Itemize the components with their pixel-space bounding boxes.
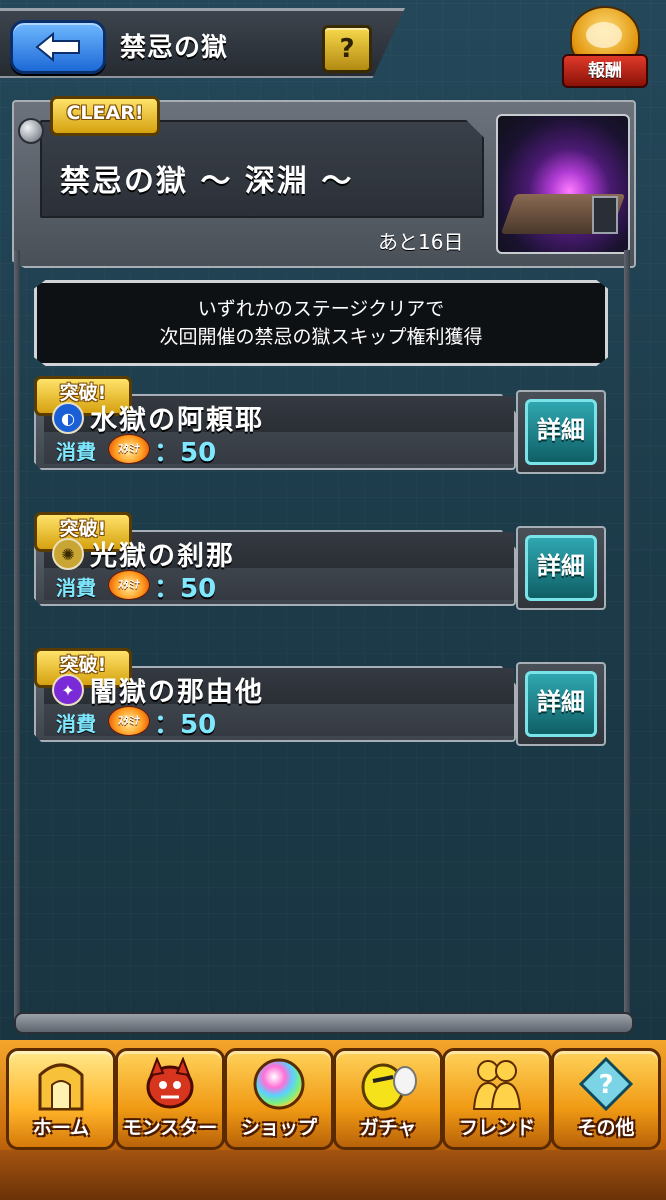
dungeon-thumbnail — [496, 114, 630, 254]
remaining-days: あと16日 — [378, 230, 464, 254]
info-line-1: いずれかのステージクリアで — [197, 298, 445, 320]
bottom-nav-base — [0, 1150, 666, 1200]
stamina-icon: ｽﾀﾐﾅ — [108, 434, 150, 464]
cost-value: ：50 — [154, 710, 217, 740]
cost-label: 消費 — [56, 440, 96, 464]
nav-label: その他 — [577, 1117, 635, 1139]
detail-button[interactable]: 詳細 — [516, 390, 606, 474]
home-icon — [38, 1063, 84, 1111]
cost-value: ：50 — [154, 438, 217, 468]
nav-label: ホーム — [32, 1117, 90, 1139]
stage-card-water[interactable]: 突破! ◐ 水獄の阿頼耶 消費 ｽﾀﾐﾅ ：50 詳細 — [34, 376, 606, 474]
scroll-rail — [14, 1012, 634, 1034]
help-button[interactable]: ? — [322, 25, 372, 73]
nav-shop[interactable]: ショップ — [224, 1048, 334, 1150]
shop-icon — [253, 1058, 305, 1110]
clear-badge: CLEAR! — [50, 96, 160, 136]
nav-friend[interactable]: フレンド — [442, 1048, 552, 1150]
other-icon: ? — [578, 1057, 634, 1111]
cost-value: ：50 — [154, 574, 217, 604]
nav-gacha[interactable]: ガチャ — [333, 1048, 443, 1150]
cost-label: 消費 — [56, 712, 96, 736]
dungeon-banner[interactable]: CLEAR! 禁忌の獄 ～ 深淵 ～ あと16日 — [12, 96, 636, 268]
nav-label: ショップ — [240, 1117, 317, 1139]
nav-label: モンスター — [122, 1117, 218, 1139]
detail-button-label: 詳細 — [525, 671, 597, 737]
reward-button[interactable]: 報酬 — [560, 6, 648, 88]
nav-monster[interactable]: モンスター — [115, 1048, 225, 1150]
friend-icon — [472, 1060, 522, 1110]
page-title: 禁忌の獄 — [120, 33, 229, 63]
bolt-icon — [18, 118, 44, 144]
info-box: いずれかのステージクリアで 次回開催の禁忌の獄スキップ権利獲得 — [34, 280, 608, 366]
left-rail — [14, 250, 20, 1020]
dungeon-name: 禁忌の獄 ～ 深淵 ～ — [60, 164, 354, 199]
nav-label: フレンド — [458, 1117, 535, 1139]
monster-icon — [146, 1057, 194, 1109]
back-button[interactable] — [10, 20, 106, 74]
svg-text:?: ? — [598, 1070, 613, 1100]
detail-button[interactable]: 詳細 — [516, 662, 606, 746]
stage-card-light[interactable]: 突破! ✺ 光獄の刹那 消費 ｽﾀﾐﾅ ：50 詳細 — [34, 512, 606, 610]
right-rail — [624, 250, 630, 1020]
stamina-icon: ｽﾀﾐﾅ — [108, 570, 150, 600]
dark-element-icon: ✦ — [52, 674, 84, 706]
stage-card-dark[interactable]: 突破! ✦ 闇獄の那由他 消費 ｽﾀﾐﾅ ：50 詳細 — [34, 648, 606, 746]
reward-label: 報酬 — [562, 54, 648, 88]
nav-label: ガチャ — [359, 1117, 417, 1139]
water-element-icon: ◐ — [52, 402, 84, 434]
back-arrow-icon — [35, 32, 80, 62]
light-element-icon: ✺ — [52, 538, 84, 570]
detail-button-label: 詳細 — [525, 535, 597, 601]
gacha-icon — [361, 1063, 417, 1111]
nav-other[interactable]: ? その他 — [551, 1048, 661, 1150]
detail-button[interactable]: 詳細 — [516, 526, 606, 610]
info-line-2: 次回開催の禁忌の獄スキップ権利獲得 — [159, 326, 483, 348]
nav-home[interactable]: ホーム — [6, 1048, 116, 1150]
cost-label: 消費 — [56, 576, 96, 600]
detail-button-label: 詳細 — [525, 399, 597, 465]
thumbnail-block — [592, 196, 618, 234]
stamina-icon: ｽﾀﾐﾅ — [108, 706, 150, 736]
